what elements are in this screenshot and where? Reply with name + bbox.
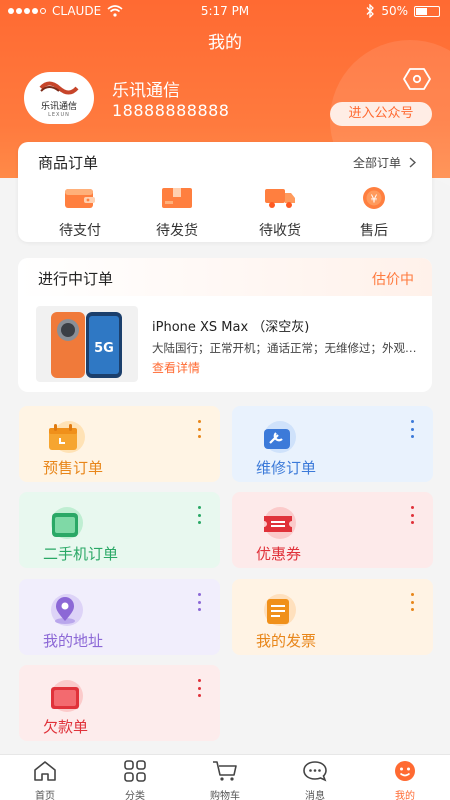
status-bar: CLAUDE 5:17 PM 50%	[0, 0, 450, 24]
product-orders-card: 商品订单 全部订单 待支付 待发货 待收货 ¥ 售后	[18, 142, 432, 242]
ongoing-order-card[interactable]: 进行中订单 估价中 5G iPhone XS Max （深空灰) 大陆国行；正常…	[18, 258, 432, 392]
more-dots-icon[interactable]	[411, 420, 415, 438]
order-pending-shipment-label: 待发货	[156, 223, 198, 239]
ongoing-order-title: 进行中订单	[38, 270, 114, 288]
more-dots-icon[interactable]	[198, 679, 202, 697]
tab-cart[interactable]: 购物车	[180, 755, 270, 800]
order-after-sales-label: 售后	[360, 223, 388, 239]
ticket-icon	[264, 507, 296, 539]
tile-coupons-label: 优惠券	[256, 545, 302, 563]
tab-messages[interactable]: 消息	[270, 755, 360, 800]
grid-icon	[124, 760, 146, 782]
tile-coupons[interactable]: 优惠券	[232, 492, 433, 568]
battery-percent: 50%	[381, 4, 408, 18]
product-image: 5G	[36, 306, 138, 382]
profile-name: 乐讯通信	[112, 81, 180, 101]
profile-phone: 18888888888	[112, 101, 230, 120]
ongoing-order-status: 估价中	[372, 272, 414, 288]
battery-icon	[414, 5, 440, 17]
tab-cart-label: 购物车	[210, 791, 240, 800]
orders-title: 商品订单	[38, 154, 99, 172]
tile-debt-notes[interactable]: 欠款单	[19, 665, 220, 741]
status-right: 50%	[365, 4, 440, 18]
avatar[interactable]: 乐讯通信 LEXUN	[24, 72, 94, 124]
tab-category[interactable]: 分类	[90, 755, 180, 800]
tile-repair-orders[interactable]: 维修订单	[232, 406, 433, 482]
bluetooth-icon	[366, 4, 375, 18]
settings-hex-icon	[403, 68, 431, 90]
calendar-icon	[49, 421, 85, 453]
tile-my-invoices-label: 我的发票	[256, 632, 317, 650]
logo-text-en: LEXUN	[48, 111, 70, 118]
svg-text:¥: ¥	[371, 193, 378, 206]
order-pending-shipment[interactable]: 待发货	[137, 186, 217, 240]
product-name: iPhone XS Max （深空灰)	[152, 320, 310, 335]
package-icon	[162, 188, 192, 208]
order-after-sales[interactable]: ¥ 售后	[334, 186, 414, 240]
more-dots-icon[interactable]	[198, 506, 202, 524]
debt-icon	[51, 680, 83, 712]
truck-icon	[265, 189, 295, 208]
page-title: 我的	[208, 33, 242, 53]
bottom-tab-bar: 首页 分类 购物车 消息 我的	[0, 754, 450, 800]
tab-category-label: 分类	[125, 791, 145, 800]
product-description: 大陆国行；正常开机；通话正常；无维修过；外观完好	[152, 341, 424, 355]
tile-my-address-label: 我的地址	[43, 632, 104, 650]
order-pending-payment-label: 待支付	[59, 223, 101, 239]
more-dots-icon[interactable]	[411, 593, 415, 611]
official-account-button[interactable]: 进入公众号	[330, 102, 432, 126]
tab-profile-label: 我的	[395, 791, 415, 800]
tab-profile[interactable]: 我的	[360, 755, 450, 800]
phone-icon	[51, 507, 83, 539]
home-icon	[34, 761, 56, 781]
yuan-icon: ¥	[363, 187, 385, 209]
order-pending-payment[interactable]: 待支付	[40, 186, 120, 240]
settings-button[interactable]	[402, 67, 432, 91]
wallet-icon	[65, 189, 95, 208]
tile-repair-orders-label: 维修订单	[256, 459, 317, 477]
tile-presale-orders[interactable]: 预售订单	[19, 406, 220, 482]
svg-text:5G: 5G	[94, 341, 114, 356]
cart-icon	[213, 761, 237, 781]
tile-my-address[interactable]: 我的地址	[19, 579, 220, 655]
more-dots-icon[interactable]	[198, 593, 202, 611]
message-icon	[303, 761, 327, 782]
tile-debt-notes-label: 欠款单	[43, 718, 89, 736]
tab-messages-label: 消息	[305, 791, 325, 800]
wrench-icon	[264, 421, 296, 453]
chevron-right-icon	[409, 157, 416, 168]
tile-secondhand-orders-label: 二手机订单	[43, 545, 119, 563]
all-orders-link[interactable]: 全部订单	[353, 154, 416, 171]
all-orders-label: 全部订单	[352, 156, 401, 170]
logo-text-cn: 乐讯通信	[40, 101, 77, 112]
order-pending-receipt-label: 待收货	[259, 223, 301, 239]
more-dots-icon[interactable]	[198, 420, 202, 438]
tab-home[interactable]: 首页	[0, 755, 90, 800]
more-dots-icon[interactable]	[411, 506, 415, 524]
invoice-icon	[264, 594, 296, 626]
logo-icon	[39, 81, 79, 94]
location-icon	[51, 594, 83, 626]
tab-home-label: 首页	[35, 791, 55, 800]
profile-icon	[395, 761, 415, 781]
view-details-link[interactable]: 查看详情	[152, 359, 200, 376]
tile-secondhand-orders[interactable]: 二手机订单	[19, 492, 220, 568]
tile-my-invoices[interactable]: 我的发票	[232, 579, 433, 655]
tile-presale-orders-label: 预售订单	[43, 459, 104, 477]
order-pending-receipt[interactable]: 待收货	[240, 186, 320, 240]
phone-image-icon: 5G	[51, 312, 122, 378]
